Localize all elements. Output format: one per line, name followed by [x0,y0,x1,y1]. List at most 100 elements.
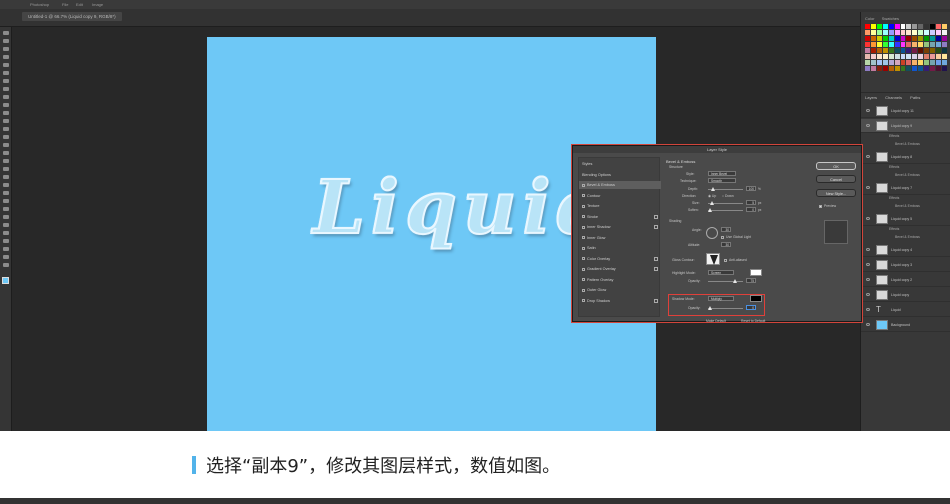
swatch[interactable] [882,42,888,47]
style-checkbox[interactable] [582,299,585,302]
swatch[interactable] [894,60,900,65]
swatch[interactable] [888,42,894,47]
angle-dial[interactable] [706,227,718,239]
swatch[interactable] [924,48,930,53]
tool-icon[interactable] [3,39,9,43]
swatch[interactable] [912,48,918,53]
eye-icon[interactable] [866,263,870,266]
layer-row[interactable]: Liquid copy 3 [861,258,950,272]
tab-paths[interactable]: Paths [910,95,920,100]
swatch[interactable] [912,24,918,29]
swatch[interactable] [894,54,900,59]
swatch[interactable] [936,30,942,35]
tool-icon[interactable] [3,215,9,219]
swatch[interactable] [924,60,930,65]
swatch[interactable] [942,54,947,59]
swatch[interactable] [882,60,888,65]
swatch[interactable] [876,48,882,53]
layer-effect-bevel-row[interactable]: Bevel & Emboss [861,142,950,150]
swatch[interactable] [924,24,930,29]
style-checkbox[interactable] [582,267,585,271]
swatch[interactable] [894,66,900,71]
style-list-item[interactable]: Blending Options [579,171,661,179]
swatch[interactable] [876,54,882,59]
swatch[interactable] [942,66,947,71]
eye-icon[interactable] [866,323,870,326]
swatch[interactable] [936,48,942,53]
swatch[interactable] [865,54,870,59]
layer-effect-bevel-row[interactable]: Bevel & Emboss [861,204,950,212]
swatch[interactable] [942,24,947,29]
layer-effect-bevel-row[interactable]: Bevel & Emboss [861,235,950,243]
swatch[interactable] [870,36,876,41]
direction-up-radio[interactable]: ◉ Up [708,194,716,198]
style-list-item[interactable]: Color Overlay [579,255,661,263]
style-list-item[interactable]: Outer Glow [579,286,661,294]
swatch[interactable] [876,24,882,29]
swatch[interactable] [930,36,936,41]
swatch[interactable] [865,24,870,29]
tool-icon[interactable] [3,231,9,235]
style-checkbox[interactable] [582,278,585,281]
style-list-item[interactable]: Gradient Overlay [579,265,661,273]
layer-row[interactable]: Liquid copy 9 [861,119,950,133]
swatch[interactable] [924,54,930,59]
tool-icon[interactable] [3,223,9,227]
swatch[interactable] [900,48,906,53]
layer-row[interactable]: Background [861,318,950,332]
swatch[interactable] [894,36,900,41]
eye-icon[interactable] [866,109,870,112]
menu-item[interactable]: Photoshop [30,2,49,7]
tool-icon[interactable] [3,119,9,123]
swatch[interactable] [870,54,876,59]
swatch[interactable] [906,42,912,47]
eye-icon[interactable] [866,217,870,220]
swatch[interactable] [936,24,942,29]
foreground-color-swatch[interactable] [2,277,9,284]
swatch[interactable] [900,54,906,59]
swatch[interactable] [865,30,870,35]
swatch[interactable] [936,42,942,47]
shadow-opacity-input[interactable]: 0 [746,305,756,310]
swatch[interactable] [888,48,894,53]
style-list-item[interactable]: Stroke [579,213,661,221]
swatch[interactable] [930,66,936,71]
swatch[interactable] [900,36,906,41]
tool-icon[interactable] [3,55,9,59]
style-list-item[interactable]: Drop Shadow [579,297,661,305]
swatch[interactable] [888,30,894,35]
swatch[interactable] [870,48,876,53]
swatch[interactable] [865,36,870,41]
swatch[interactable] [882,66,888,71]
swatch[interactable] [912,36,918,41]
soften-input[interactable]: 0 [746,207,756,212]
tool-icon[interactable] [3,95,9,99]
swatch[interactable] [936,36,942,41]
altitude-input[interactable]: 30 [721,242,731,247]
tool-icon[interactable] [3,87,9,91]
layer-row[interactable]: T Liquid [861,303,950,317]
swatch[interactable] [942,30,947,35]
swatch[interactable] [930,48,936,53]
swatch[interactable] [912,42,918,47]
tool-icon[interactable] [3,111,9,115]
style-checkbox[interactable] [582,183,585,187]
eye-icon[interactable] [866,293,870,296]
swatch[interactable] [918,54,924,59]
swatch[interactable] [912,60,918,65]
add-icon[interactable] [654,298,658,303]
swatch[interactable] [870,60,876,65]
swatch[interactable] [882,48,888,53]
ok-button[interactable]: OK [816,162,856,170]
style-checkbox[interactable] [582,257,585,260]
swatch[interactable] [870,66,876,71]
layer-effects-row[interactable]: Effects [861,165,950,173]
swatch[interactable] [942,36,947,41]
swatch[interactable] [930,42,936,47]
tab-layers[interactable]: Layers [865,95,877,100]
menu-item[interactable]: Image [92,2,103,7]
swatch[interactable] [906,66,912,71]
tab-swatches[interactable]: Swatches [882,16,899,21]
eye-icon[interactable] [866,124,870,127]
eye-icon[interactable] [866,155,870,158]
